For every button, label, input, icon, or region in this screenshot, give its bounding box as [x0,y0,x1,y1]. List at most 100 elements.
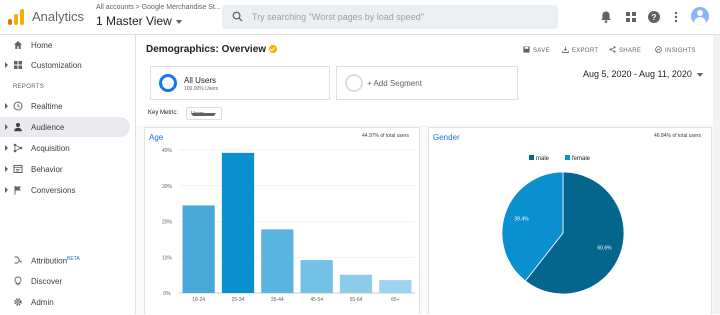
sidebar-item-acquisition[interactable]: Acquisition [0,138,130,158]
age-percent-of-total: 44.97% of total users [362,133,409,139]
age-panel: 0% 10% 20% 30% 40% 18-24 25-34 35-44 45-54 55-64 6… [144,127,420,314]
share-icon [609,46,616,53]
main-content: Demographics: Overview SAVE EXPORT SHARE… [136,35,720,314]
svg-text:?: ? [652,13,657,22]
help-icon[interactable]: ? [647,10,661,24]
key-metric-row: Key Metric: Users [136,101,720,125]
chevron-down-icon [191,113,216,116]
insights-button[interactable]: INSIGHTS [655,46,696,54]
sidebar-item-label: Discover [31,277,63,286]
sidebar: Home Customization REPORTS Realtime Audi… [0,35,136,314]
more-vert-icon[interactable] [669,10,683,24]
bar-25-34 [221,152,255,293]
bar-45-54 [300,260,333,293]
save-button[interactable]: SAVE [523,46,550,54]
y-tick-label: 30% [162,184,173,190]
scrollbar[interactable] [713,35,720,314]
add-segment-label: + Add Segment [367,79,422,88]
expand-arrow-icon[interactable] [5,62,8,68]
y-tick-label: 40% [162,148,173,154]
sidebar-item-label: Admin [31,298,54,307]
expand-arrow-icon[interactable] [5,124,8,130]
sidebar-item-label: AttributionBETA [31,256,80,266]
person-icon [14,123,22,132]
x-tick-label: 25-34 [232,297,245,303]
view-name: 1 Master View [96,14,172,28]
search-input[interactable] [252,9,552,25]
sidebar-item-realtime[interactable]: Realtime [0,96,130,116]
segment-subtitle: 100.00% Users [184,86,219,92]
legend-item-male[interactable]: male [529,155,549,162]
expand-arrow-icon[interactable] [5,103,8,109]
section-label-reports: REPORTS [13,84,44,90]
add-segment-button[interactable]: + Add Segment [336,66,518,100]
expand-arrow-icon[interactable] [5,166,8,172]
legend-item-female[interactable]: female [565,155,590,162]
date-range-picker[interactable]: Aug 5, 2020 - Aug 11, 2020 [583,69,703,79]
x-tick-label: 35-44 [271,297,284,303]
sidebar-item-admin[interactable]: Admin [0,292,130,312]
search-box[interactable] [222,5,558,29]
expand-arrow-icon[interactable] [5,145,8,151]
sidebar-item-label: Acquisition [31,144,70,153]
save-icon [523,46,530,53]
breadcrumb[interactable]: All accounts > Google Merchandise St... [96,4,221,11]
x-tick-label: 55-64 [350,297,363,303]
app-name[interactable]: Analytics [32,9,84,24]
sidebar-item-discover[interactable]: Discover [0,271,130,291]
age-panel-title[interactable]: Age [149,133,163,142]
y-tick-label: 20% [162,220,173,226]
bar-65+ [379,280,412,293]
sidebar-item-customization[interactable]: Customization [0,55,130,75]
sidebar-item-label: Customization [31,61,82,70]
behavior-icon [13,165,23,173]
segment-row: All Users 100.00% Users + Add Segment Au… [136,61,720,101]
segment-name: All Users [184,76,217,85]
sidebar-item-label: Home [31,41,53,50]
verified-badge-icon [269,45,278,53]
gender-panel-title[interactable]: Gender [433,133,460,142]
sidebar-item-label: Conversions [31,186,76,195]
sidebar-item-audience[interactable]: Audience [0,117,130,137]
pie-label-female: 39.4% [514,217,529,223]
x-tick-label: 65+ [391,297,400,303]
x-tick-label: 45-54 [310,297,323,303]
y-tick-label: 0% [163,291,171,297]
expand-arrow-icon[interactable] [5,187,8,193]
bar-55-64 [339,274,373,293]
key-metric-label: Key Metric: [148,110,179,116]
attribution-icon [14,256,22,264]
segment-all-users[interactable]: All Users 100.00% Users [150,66,330,100]
avatar[interactable] [691,7,709,25]
acquisition-icon [13,143,23,153]
sidebar-item-label: Audience [31,123,65,132]
date-range-text: Aug 5, 2020 - Aug 11, 2020 [583,69,692,79]
apps-grid-icon[interactable] [624,10,638,24]
share-button[interactable]: SHARE [609,46,641,54]
clock-icon [13,101,23,111]
view-selector[interactable]: 1 Master View [96,14,182,28]
legend-swatch [529,155,534,160]
gender-panel: 60.6% 39.4% Gender 46.84% of total users … [428,127,712,314]
export-icon [562,46,569,53]
insights-icon [655,46,662,53]
sidebar-item-home[interactable]: Home [0,35,130,55]
key-metric-select[interactable]: Users [186,107,222,120]
bar-35-44 [261,229,294,293]
lightbulb-icon [14,276,22,286]
sidebar-item-behavior[interactable]: Behavior [0,159,130,179]
home-icon [14,41,22,49]
legend-swatch [565,155,570,160]
top-bar: Analytics All accounts > Google Merchand… [0,0,720,35]
gear-icon [14,298,22,306]
bell-icon[interactable] [599,10,613,24]
page-title: Demographics: Overview [146,44,278,55]
y-tick-label: 10% [162,255,173,261]
segment-color-icon [159,74,177,92]
sidebar-item-conversions[interactable]: Conversions [0,180,130,200]
sidebar-item-label: Realtime [31,102,63,111]
analytics-logo-icon[interactable] [8,9,24,25]
grid-icon [14,61,22,69]
export-button[interactable]: EXPORT [562,46,598,54]
sidebar-item-attribution[interactable]: AttributionBETA [0,250,130,270]
